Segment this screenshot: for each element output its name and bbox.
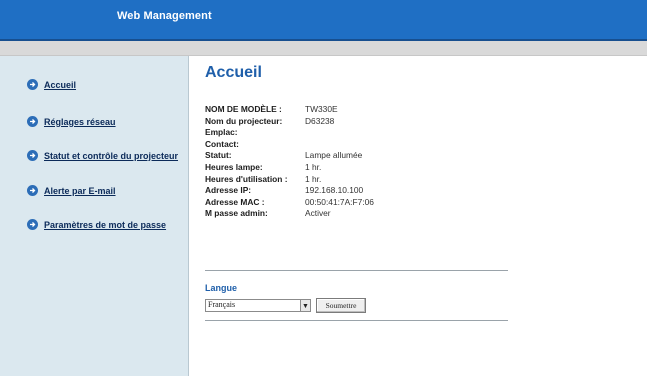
info-key: Statut:	[205, 150, 232, 161]
submit-button[interactable]: Soumettre	[316, 298, 366, 313]
info-row-location: Emplac:	[205, 127, 374, 139]
arrow-right-circle-icon	[27, 185, 38, 196]
info-value: TW330E	[305, 104, 338, 114]
arrow-right-circle-icon	[27, 116, 38, 127]
info-key: Adresse MAC :	[205, 196, 265, 207]
info-key: Nom du projecteur:	[205, 115, 283, 126]
language-label: Langue	[205, 283, 238, 293]
top-header-bar: Web Management	[0, 0, 647, 41]
sidebar-item-label[interactable]: Statut et contrôle du projecteur	[44, 151, 178, 161]
info-value: Lampe allumée	[305, 150, 363, 161]
info-row-contact: Contact:	[205, 139, 374, 151]
sidebar-item-accueil[interactable]: Accueil	[27, 79, 76, 90]
sidebar-item-label[interactable]: Accueil	[44, 80, 76, 90]
info-row-usage-hours: Heures d'utilisation : 1 hr.	[205, 174, 374, 186]
info-value: Activer	[305, 208, 331, 219]
page-title: Accueil	[205, 64, 262, 81]
sidebar-item-label[interactable]: Réglages réseau	[44, 117, 116, 127]
info-key: Contact:	[205, 138, 239, 149]
sidebar-item-reglages-reseau[interactable]: Réglages réseau	[27, 116, 116, 127]
header-separator	[0, 41, 647, 56]
info-row-ip-address: Adresse IP: 192.168.10.100	[205, 185, 374, 197]
language-select[interactable]: Français ▼	[205, 299, 311, 312]
info-row-admin-password: M passe admin: Activer	[205, 208, 374, 220]
info-key: Emplac:	[205, 127, 238, 138]
language-selected-value: Français	[208, 300, 236, 309]
arrow-right-circle-icon	[27, 219, 38, 230]
sidebar-item-alerte-email[interactable]: Alerte par E-mail	[27, 185, 116, 196]
device-info-list: NOM DE MODÈLE : TW330E Nom du projecteur:…	[205, 104, 374, 220]
info-row-status: Statut: Lampe allumée	[205, 150, 374, 162]
info-value: 00:50:41:7A:F7:06	[305, 196, 374, 207]
sidebar-item-label[interactable]: Paramètres de mot de passe	[44, 220, 166, 230]
info-value: 1 hr.	[305, 173, 322, 184]
info-key: Adresse IP:	[205, 185, 252, 196]
info-value: 1 hr.	[305, 161, 322, 172]
section-divider	[205, 320, 508, 321]
info-row-projector-name: Nom du projecteur: D63238	[205, 116, 374, 128]
info-row-mac-address: Adresse MAC : 00:50:41:7A:F7:06	[205, 197, 374, 209]
info-value: 192.168.10.100	[305, 185, 364, 196]
main-content: Accueil NOM DE MODÈLE : TW330E Nom du pro…	[190, 56, 647, 376]
sidebar-item-label[interactable]: Alerte par E-mail	[44, 186, 116, 196]
arrow-right-circle-icon	[27, 79, 38, 90]
sidebar-item-mot-de-passe[interactable]: Paramètres de mot de passe	[27, 219, 166, 230]
info-key: Heures d'utilisation :	[205, 173, 288, 184]
sidebar-item-statut-controle[interactable]: Statut et contrôle du projecteur	[27, 150, 178, 161]
info-key: M passe admin:	[205, 208, 268, 219]
info-key: Heures lampe:	[205, 161, 263, 172]
app-title: Web Management	[117, 10, 212, 22]
sidebar	[0, 56, 189, 376]
section-divider	[205, 270, 508, 271]
info-row-model: NOM DE MODÈLE : TW330E	[205, 104, 374, 116]
chevron-down-icon[interactable]: ▼	[300, 300, 310, 311]
info-value: D63238	[305, 115, 335, 126]
info-row-lamp-hours: Heures lampe: 1 hr.	[205, 162, 374, 174]
arrow-right-circle-icon	[27, 150, 38, 161]
info-key: NOM DE MODÈLE :	[205, 104, 282, 114]
